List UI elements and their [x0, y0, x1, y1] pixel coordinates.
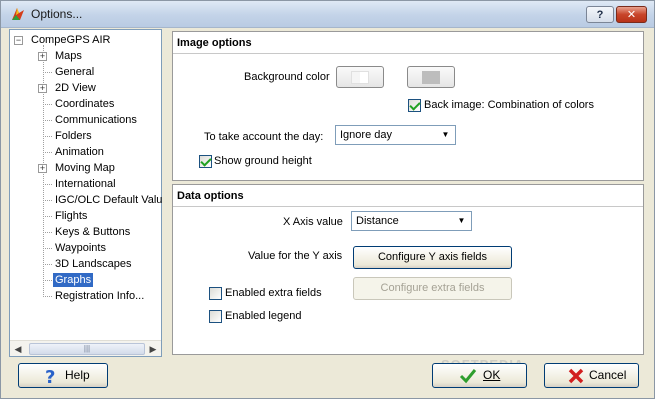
- background-color-label: Background color: [244, 71, 330, 83]
- tree-item[interactable]: General: [53, 65, 96, 79]
- y-axis-label: Value for the Y axis: [248, 250, 343, 262]
- title-close-button[interactable]: ✕: [616, 6, 647, 23]
- cancel-x-icon: [568, 368, 584, 384]
- ok-button[interactable]: OK: [432, 363, 527, 388]
- configure-extra-fields-button[interactable]: Configure extra fields: [353, 277, 512, 300]
- take-account-label: To take account the day:: [204, 131, 324, 143]
- tree-item[interactable]: Moving Map: [53, 161, 117, 175]
- background-color-button-1[interactable]: [336, 66, 384, 88]
- tree-item[interactable]: Graphs: [53, 273, 94, 287]
- tree-branch-line: [43, 216, 52, 217]
- take-account-dropdown[interactable]: Ignore day ▼: [335, 125, 456, 145]
- options-tree[interactable]: − CompeGPS AIR + Maps General +2D View Coordin…: [9, 29, 162, 357]
- tree-branch-line: [43, 104, 52, 105]
- chevron-down-icon[interactable]: ▼: [438, 128, 453, 142]
- scroll-thumb[interactable]: |||: [29, 343, 145, 355]
- help-label: Help: [65, 368, 90, 382]
- x-axis-label: X Axis value: [283, 216, 343, 228]
- help-button[interactable]: ? Help: [18, 363, 108, 388]
- color-swatch-grey: [422, 71, 440, 84]
- tree-item[interactable]: Animation: [53, 145, 106, 159]
- expand-plus-icon[interactable]: +: [38, 164, 47, 173]
- svg-text:?: ?: [45, 367, 55, 385]
- app-logo-icon: [12, 8, 24, 20]
- tree-item[interactable]: International: [53, 177, 118, 191]
- tree-horizontal-scrollbar[interactable]: ◀ ||| ▶: [10, 340, 161, 356]
- tree-item[interactable]: CompeGPS AIR: [29, 33, 112, 47]
- checkmark-icon: [459, 369, 477, 384]
- tree-item[interactable]: 2D View: [53, 81, 98, 95]
- show-ground-checkbox[interactable]: [199, 155, 212, 168]
- options-dialog: Options... ? ✕ − CompeGPS AIR + Maps General…: [0, 0, 655, 399]
- cancel-label: Cancel: [589, 368, 627, 382]
- expand-plus-icon[interactable]: +: [38, 84, 47, 93]
- tree-item[interactable]: Keys & Buttons: [53, 225, 132, 239]
- title-bar[interactable]: Options... ? ✕: [1, 1, 654, 28]
- image-options-group: Image options Background color Back imag…: [172, 31, 644, 181]
- tree-branch-line: [43, 72, 52, 73]
- tree-branch-line: [43, 136, 52, 137]
- tree-branch-line: [43, 152, 52, 153]
- scroll-left-icon[interactable]: ◀: [12, 343, 24, 355]
- tree-item[interactable]: Flights: [53, 209, 89, 223]
- divider: [173, 53, 643, 54]
- ok-label: OK: [483, 368, 501, 382]
- legend-checkbox[interactable]: [209, 310, 222, 323]
- expand-plus-icon[interactable]: +: [38, 52, 47, 61]
- tree-branch-line: [43, 232, 52, 233]
- help-question-icon: ?: [45, 367, 55, 385]
- title-help-button[interactable]: ?: [586, 6, 614, 23]
- tree-item[interactable]: Waypoints: [53, 241, 108, 255]
- image-options-title: Image options: [177, 37, 252, 49]
- tree-item[interactable]: Coordinates: [53, 97, 116, 111]
- back-image-checkbox[interactable]: [408, 99, 421, 112]
- scroll-right-icon[interactable]: ▶: [147, 343, 159, 355]
- take-account-value: Ignore day: [340, 129, 392, 141]
- tree-branch-line: [43, 280, 52, 281]
- configure-y-axis-button[interactable]: Configure Y axis fields: [353, 246, 512, 269]
- tree-item[interactable]: IGC/OLC Default Valu: [53, 193, 164, 207]
- window-title: Options...: [31, 7, 83, 21]
- show-ground-label: Show ground height: [214, 155, 312, 167]
- tree-branch-line: [43, 264, 52, 265]
- tree-item[interactable]: Registration Info...: [53, 289, 146, 303]
- legend-label: Enabled legend: [225, 310, 302, 322]
- collapse-minus-icon[interactable]: −: [14, 36, 23, 45]
- x-axis-value: Distance: [356, 215, 399, 227]
- extra-fields-label: Enabled extra fields: [225, 287, 322, 299]
- tree-item[interactable]: 3D Landscapes: [53, 257, 133, 271]
- back-image-label: Back image: Combination of colors: [424, 99, 594, 111]
- data-options-group: Data options X Axis value Distance ▼ Val…: [172, 184, 644, 355]
- background-color-button-2[interactable]: [407, 66, 455, 88]
- divider: [173, 206, 643, 207]
- tree-item[interactable]: Folders: [53, 129, 94, 143]
- tree-branch-line: [43, 248, 52, 249]
- tree-item[interactable]: Communications: [53, 113, 139, 127]
- tree-branch-line: [43, 296, 52, 297]
- chevron-down-icon[interactable]: ▼: [454, 214, 469, 228]
- x-axis-dropdown[interactable]: Distance ▼: [351, 211, 472, 231]
- color-swatch-white: [351, 71, 369, 84]
- cancel-button[interactable]: Cancel: [544, 363, 639, 388]
- tree-branch-line: [43, 120, 52, 121]
- tree-branch-line: [43, 184, 52, 185]
- tree-branch-line: [43, 200, 52, 201]
- data-options-title: Data options: [177, 190, 244, 202]
- tree-item[interactable]: Maps: [53, 49, 84, 63]
- extra-fields-checkbox[interactable]: [209, 287, 222, 300]
